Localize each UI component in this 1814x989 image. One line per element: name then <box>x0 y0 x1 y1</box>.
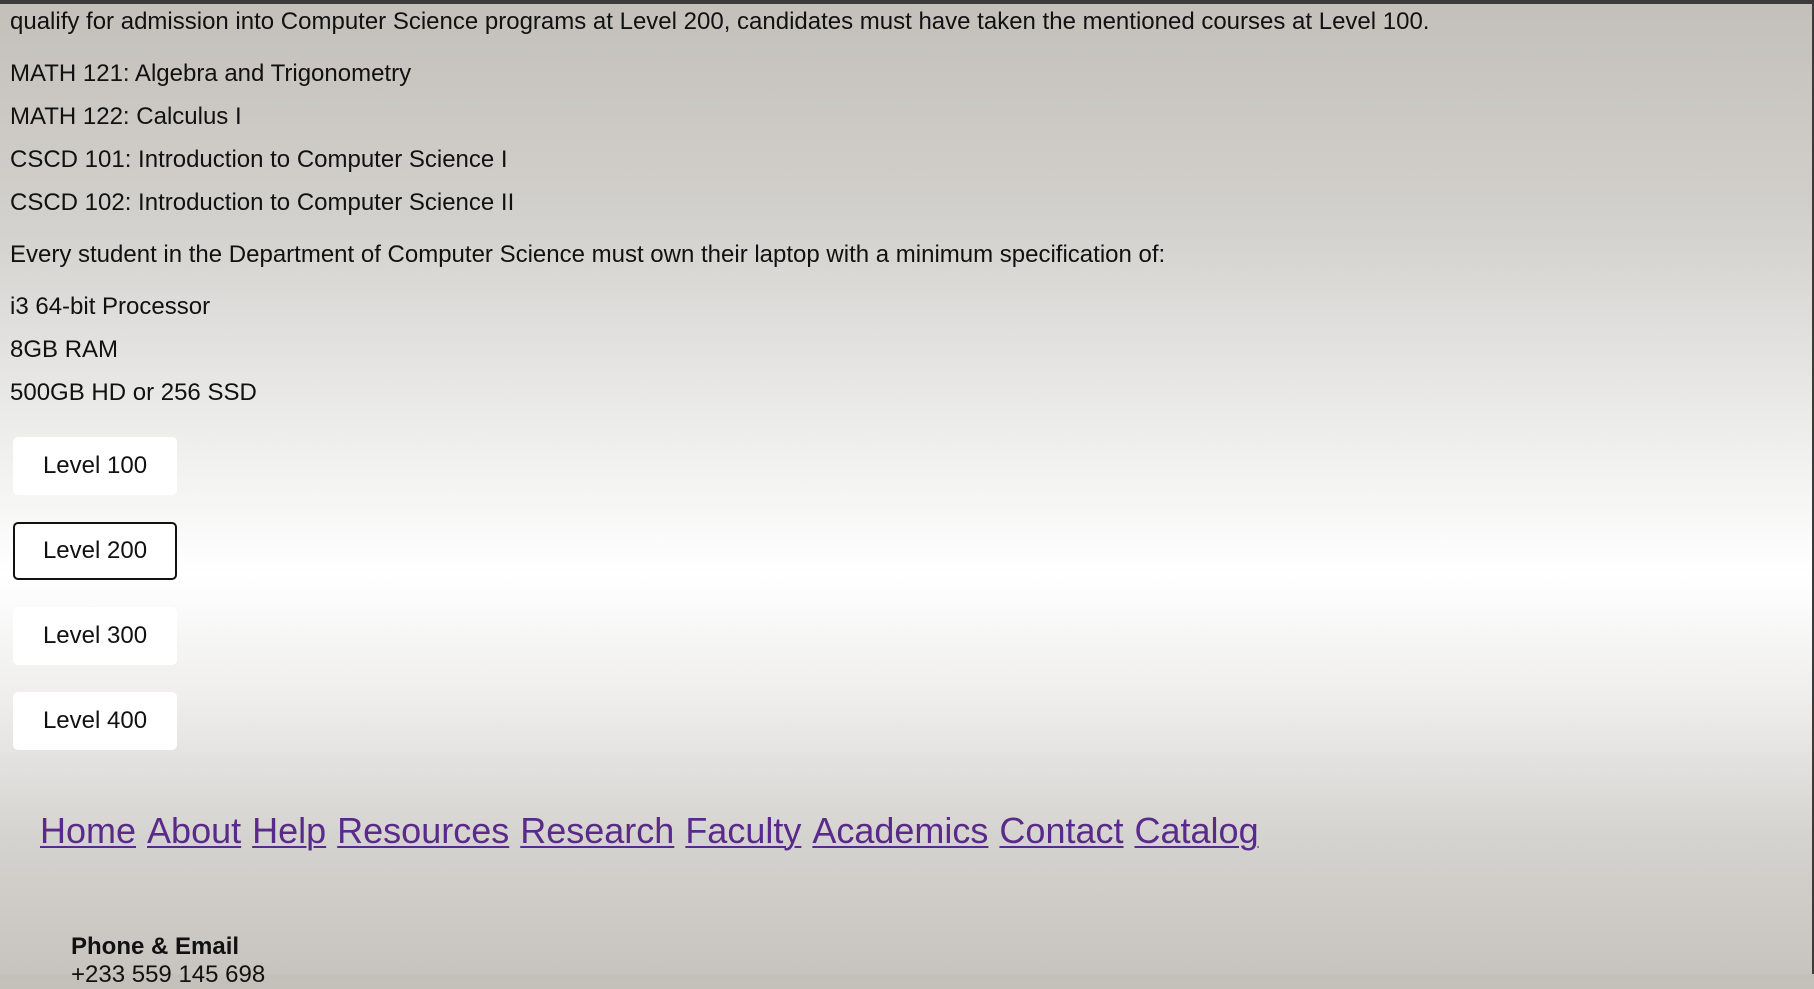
course-item: CSCD 101: Introduction to Computer Scien… <box>10 146 508 173</box>
spec-item: 8GB RAM <box>10 336 119 363</box>
nav-link-faculty[interactable]: Faculty <box>685 810 801 852</box>
intro-paragraph: qualify for admission into Computer Scie… <box>10 8 1430 35</box>
course-item: MATH 122: Calculus I <box>10 103 242 130</box>
spec-item: 500GB HD or 256 SSD <box>10 379 257 406</box>
footer-contact-heading: Phone & Email <box>71 933 240 960</box>
footer-phone: +233 559 145 698 <box>71 961 266 988</box>
laptop-requirement-text: Every student in the Department of Compu… <box>10 241 1166 268</box>
nav-link-research[interactable]: Research <box>520 810 674 852</box>
nav-link-about[interactable]: About <box>147 810 241 852</box>
level-200-button[interactable]: Level 200 <box>13 522 177 580</box>
level-400-button[interactable]: Level 400 <box>13 692 177 750</box>
nav-link-help[interactable]: Help <box>252 810 326 852</box>
nav-link-academics[interactable]: Academics <box>812 810 988 852</box>
level-100-button[interactable]: Level 100 <box>13 437 177 495</box>
footer-nav: Home About Help Resources Research Facul… <box>40 810 1259 852</box>
nav-link-resources[interactable]: Resources <box>337 810 509 852</box>
spec-item: i3 64-bit Processor <box>10 293 211 320</box>
course-item: MATH 121: Algebra and Trigonometry <box>10 60 412 87</box>
course-item: CSCD 102: Introduction to Computer Scien… <box>10 189 515 216</box>
nav-link-catalog[interactable]: Catalog <box>1135 810 1259 852</box>
nav-link-home[interactable]: Home <box>40 810 136 852</box>
nav-link-contact[interactable]: Contact <box>999 810 1123 852</box>
level-300-button[interactable]: Level 300 <box>13 607 177 665</box>
